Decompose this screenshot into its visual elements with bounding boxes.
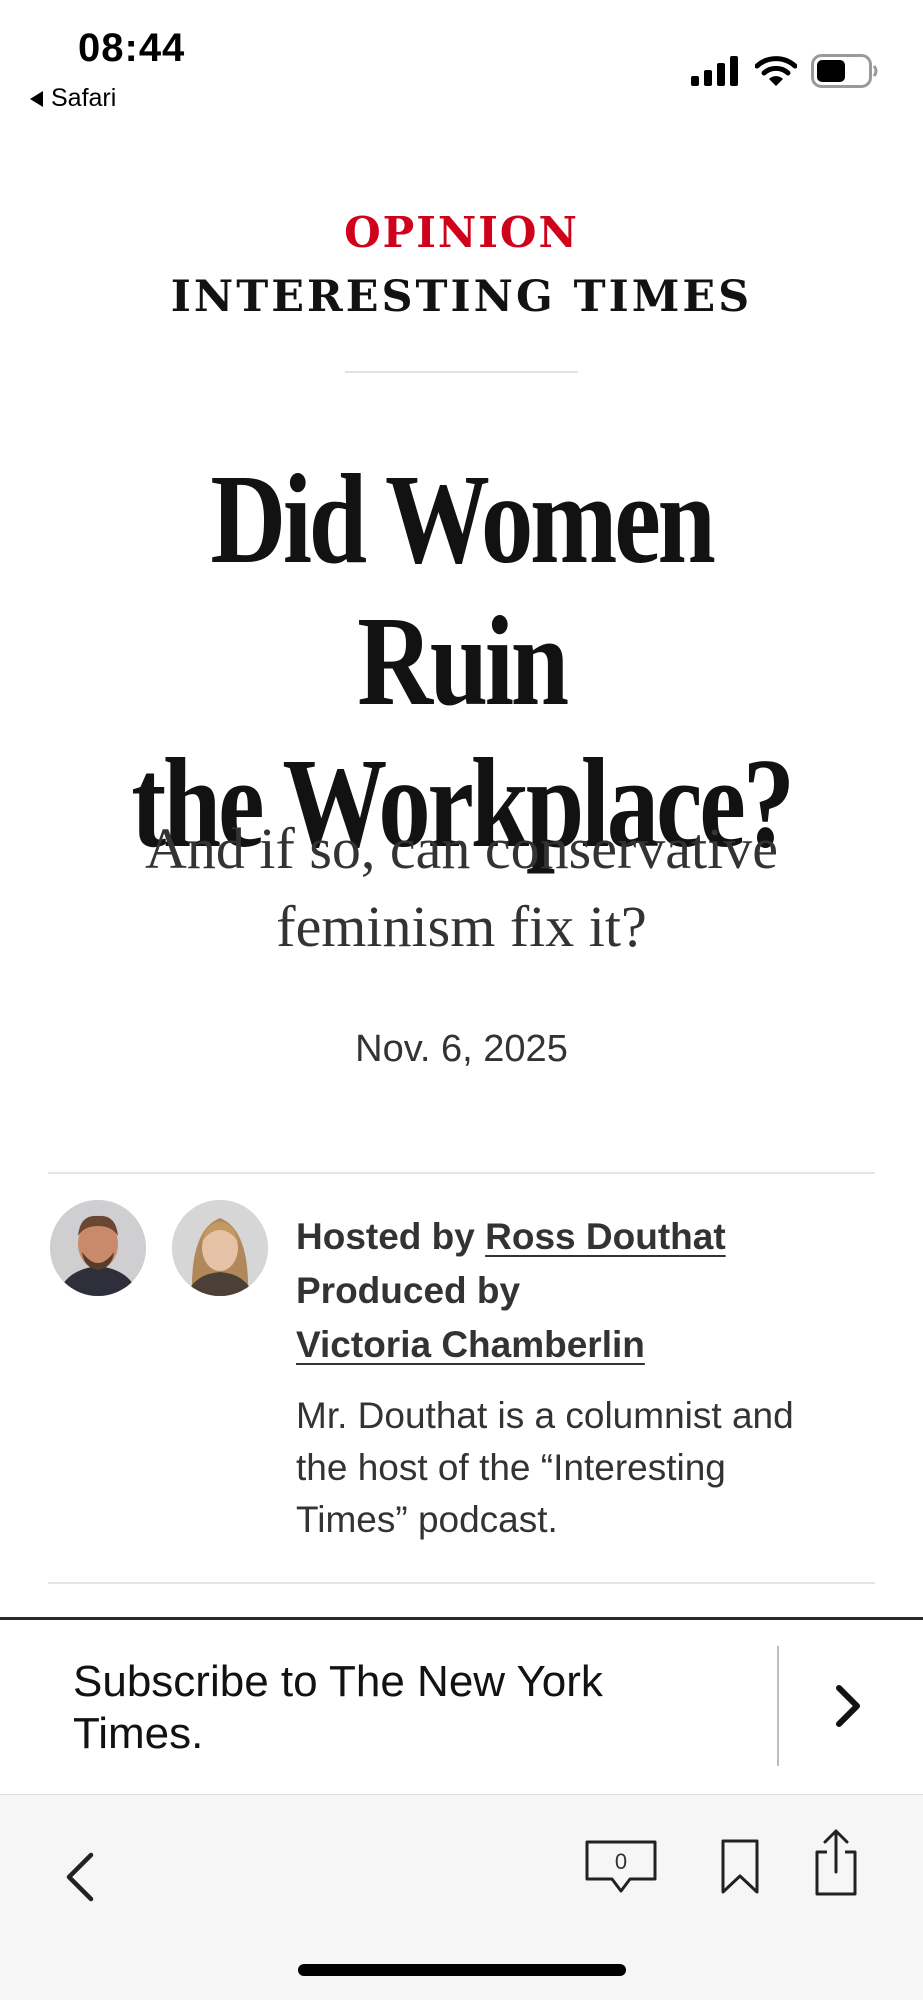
hosted-by-label: Hosted by <box>296 1216 475 1257</box>
article-dek: And if so, can conservative feminism fix… <box>60 810 863 966</box>
dek-line: And if so, can conservative <box>145 816 778 881</box>
producer-portrait-icon <box>172 1200 268 1296</box>
article-date: Nov. 6, 2025 <box>355 1028 568 1070</box>
bookmark-icon <box>721 1839 759 1894</box>
column-name[interactable]: INTERESTING TIMES <box>0 272 923 322</box>
status-icons <box>691 54 879 88</box>
back-button[interactable] <box>52 1839 108 1915</box>
back-to-safari-link[interactable]: Safari <box>30 84 116 113</box>
byline-top-divider <box>48 1172 875 1174</box>
subscribe-arrow-button[interactable] <box>808 1666 888 1746</box>
cellular-signal-icon <box>691 56 738 86</box>
producer-name-link[interactable]: Victoria Chamberlin <box>296 1324 645 1365</box>
host-name-link[interactable]: Ross Douthat <box>485 1216 726 1257</box>
host-portrait-icon <box>50 1200 146 1296</box>
back-chevron-icon <box>66 1852 94 1902</box>
back-app-label: Safari <box>51 84 117 112</box>
headline-line: Did Women Ruin <box>210 448 715 732</box>
comments-button[interactable]: 0 <box>584 1839 658 1903</box>
battery-icon <box>811 54 878 88</box>
bio-line: the host of the “Interesting <box>296 1447 726 1488</box>
host-avatar <box>50 1200 146 1296</box>
subscribe-line: Subscribe to The New York <box>73 1657 603 1706</box>
subscribe-banner[interactable]: Subscribe to The New York Times. <box>0 1617 923 1794</box>
header-divider <box>345 371 578 373</box>
bio-line: Mr. Douthat is a columnist and <box>296 1395 794 1436</box>
subscribe-text: Subscribe to The New York Times. <box>73 1656 713 1760</box>
chevron-right-icon <box>836 1685 860 1727</box>
bio-line: Times” podcast. <box>296 1499 558 1540</box>
share-icon <box>815 1829 857 1896</box>
author-bio: Mr. Douthat is a columnist and the host … <box>296 1390 876 1546</box>
status-time: 08:44 <box>78 26 186 70</box>
byline-bottom-divider <box>48 1582 875 1584</box>
section-kicker[interactable]: OPINION <box>0 208 923 257</box>
subscribe-line: Times. <box>73 1709 204 1758</box>
back-triangle-icon <box>30 90 43 107</box>
producer-avatar <box>172 1200 268 1296</box>
comment-count: 0 <box>614 1849 628 1874</box>
share-button[interactable] <box>812 1827 860 1899</box>
bookmark-button[interactable] <box>718 1835 762 1899</box>
status-bar: 08:44 Safari <box>0 0 923 120</box>
wifi-icon <box>755 56 797 86</box>
dek-line: feminism fix it? <box>276 894 647 959</box>
subscribe-divider <box>777 1646 779 1766</box>
home-indicator <box>298 1964 626 1976</box>
produced-by-label: Produced by <box>296 1270 521 1311</box>
byline: Hosted by Ross Douthat Produced by Victo… <box>296 1210 856 1372</box>
host-credit: Hosted by Ross Douthat <box>296 1210 856 1264</box>
